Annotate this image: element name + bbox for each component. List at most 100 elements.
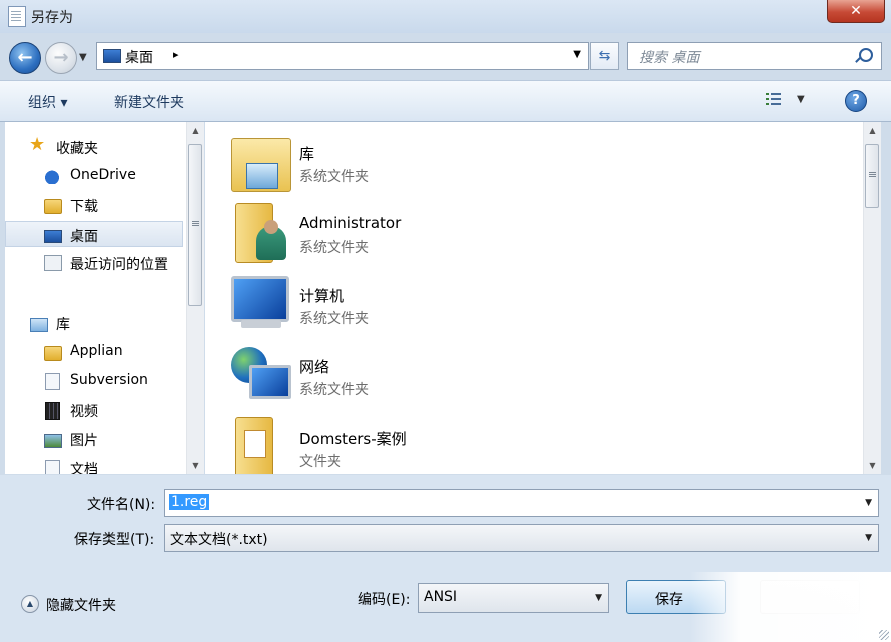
recent-places-icon: [44, 255, 62, 271]
sidebar-item-recent-places[interactable]: 最近访问的位置: [5, 250, 183, 276]
sidebar-item-applian[interactable]: Applian: [5, 339, 183, 365]
folder-icon: [235, 417, 273, 474]
sidebar-item-label: 库: [56, 317, 70, 333]
file-type: 系统文件夹: [299, 240, 369, 256]
desktop-icon: [44, 230, 62, 243]
sidebar-item-label: 图片: [70, 433, 98, 449]
refresh-button[interactable]: ⇆: [590, 42, 619, 70]
filename-dropdown-icon[interactable]: ▼: [865, 498, 872, 508]
file-type: 文件夹: [299, 454, 341, 470]
title-bar: 另存为 ✕: [0, 0, 891, 33]
file-type: 系统文件夹: [299, 311, 369, 327]
sidebar-item-onedrive[interactable]: OneDrive: [5, 163, 183, 189]
file-list-scrollbar[interactable]: ▲ ▼: [863, 122, 881, 474]
encoding-select[interactable]: ANSI ▼: [418, 583, 609, 613]
close-button[interactable]: ✕: [827, 0, 885, 23]
filetype-select[interactable]: 文本文档(*.txt) ▼: [164, 524, 879, 552]
hide-folders-button[interactable]: 隐藏文件夹: [46, 595, 116, 615]
list-item[interactable]: 计算机 系统文件夹: [205, 266, 855, 334]
file-name: Domsters-案例: [299, 430, 407, 448]
file-type: 系统文件夹: [299, 169, 369, 185]
list-item[interactable]: Administrator 系统文件夹: [205, 195, 855, 263]
list-item[interactable]: 库 系统文件夹: [205, 124, 855, 192]
file-name: 库: [299, 145, 315, 163]
forward-button[interactable]: →: [45, 42, 77, 74]
filename-label: 文件名(N):: [87, 497, 156, 513]
navigation-scrollbar[interactable]: ▲ ▼: [186, 122, 204, 474]
sidebar-item-label: 收藏夹: [56, 141, 98, 157]
sidebar-item-label: 视频: [70, 404, 98, 420]
file-list: 库 系统文件夹 Administrator 系统文件夹 计算机 系统文件夹 网络…: [205, 122, 863, 474]
breadcrumb-separator-icon[interactable]: ▸: [173, 48, 179, 61]
sidebar-item-downloads[interactable]: 下载: [5, 192, 183, 218]
scroll-up-icon[interactable]: ▲: [864, 122, 881, 139]
file-name: 计算机: [299, 287, 345, 305]
folder-icon: [44, 199, 62, 214]
search-box[interactable]: 搜索 桌面: [627, 42, 882, 70]
back-button[interactable]: ←: [9, 42, 41, 74]
file-type: 系统文件夹: [299, 382, 369, 398]
sidebar-item-label: Applian: [70, 343, 123, 359]
navigation-pane: ★ 收藏夹 OneDrive 下载 桌面 最近访问的位置 库 Applian S…: [5, 122, 187, 474]
view-dropdown-icon[interactable]: ▼: [797, 94, 805, 105]
library-icon: [231, 138, 291, 192]
search-icon[interactable]: [859, 48, 873, 62]
desktop-icon: [103, 49, 121, 63]
filename-input[interactable]: 1.reg ▼: [164, 489, 879, 517]
resize-grip[interactable]: [879, 630, 889, 640]
document-icon: [45, 460, 60, 474]
filetype-value: 文本文档(*.txt): [170, 532, 268, 548]
sidebar-item-documents[interactable]: 文档: [5, 455, 183, 474]
sidebar-item-label: Subversion: [70, 372, 148, 388]
scroll-down-icon[interactable]: ▼: [864, 457, 881, 474]
notepad-icon: [8, 6, 26, 27]
help-icon[interactable]: ?: [845, 90, 867, 112]
address-bar[interactable]: 桌面 ▸ ▼: [96, 42, 589, 70]
organize-button[interactable]: 组织 ▾: [28, 92, 67, 112]
filetype-label: 保存类型(T):: [74, 532, 155, 548]
list-item[interactable]: Domsters-案例 文件夹: [205, 409, 855, 474]
blur-overlay: [690, 572, 891, 642]
sidebar-item-favorites[interactable]: ★ 收藏夹: [5, 134, 183, 160]
change-view-icon[interactable]: [766, 93, 782, 109]
scroll-up-icon[interactable]: ▲: [187, 122, 204, 139]
picture-icon: [44, 434, 62, 448]
network-icon: [231, 345, 291, 403]
sidebar-item-label: 最近访问的位置: [70, 257, 168, 273]
document-icon: [45, 373, 60, 390]
sidebar-item-label: 桌面: [70, 229, 98, 245]
encoding-dropdown-icon[interactable]: ▼: [595, 593, 602, 603]
encoding-value: ANSI: [424, 589, 458, 605]
video-icon: [45, 402, 60, 420]
library-icon: [30, 318, 48, 332]
file-name: 网络: [299, 358, 330, 376]
scrollbar-thumb[interactable]: [865, 144, 879, 208]
sidebar-item-subversion[interactable]: Subversion: [5, 368, 183, 394]
computer-icon: [231, 274, 289, 332]
address-text[interactable]: 桌面: [125, 47, 153, 67]
sidebar-item-label: 文档: [70, 462, 98, 474]
sidebar-item-libraries[interactable]: 库: [5, 310, 183, 336]
scroll-down-icon[interactable]: ▼: [187, 457, 204, 474]
save-label: 保存: [655, 592, 683, 608]
window-title: 另存为: [31, 10, 73, 26]
collapse-arrow-icon[interactable]: ▲: [21, 595, 39, 613]
folder-icon: [44, 346, 62, 361]
onedrive-icon: [44, 168, 60, 184]
new-folder-button[interactable]: 新建文件夹: [114, 92, 184, 112]
filename-value[interactable]: 1.reg: [169, 494, 210, 510]
search-placeholder: 搜索 桌面: [639, 50, 700, 66]
user-folder-icon: [235, 203, 286, 263]
sidebar-item-pictures[interactable]: 图片: [5, 426, 183, 452]
sidebar-item-label: OneDrive: [70, 167, 136, 183]
sidebar-item-videos[interactable]: 视频: [5, 397, 183, 423]
history-dropdown-icon[interactable]: ▼: [79, 52, 87, 63]
sidebar-item-desktop[interactable]: 桌面: [5, 221, 183, 247]
star-icon: ★: [29, 134, 46, 155]
address-dropdown-icon[interactable]: ▼: [573, 49, 581, 60]
command-toolbar: 组织 ▾ 新建文件夹 ▼ ?: [0, 80, 891, 122]
list-item[interactable]: 网络 系统文件夹: [205, 337, 855, 405]
filetype-dropdown-icon[interactable]: ▼: [865, 533, 872, 543]
encoding-label: 编码(E):: [358, 592, 411, 608]
scrollbar-thumb[interactable]: [188, 144, 202, 306]
